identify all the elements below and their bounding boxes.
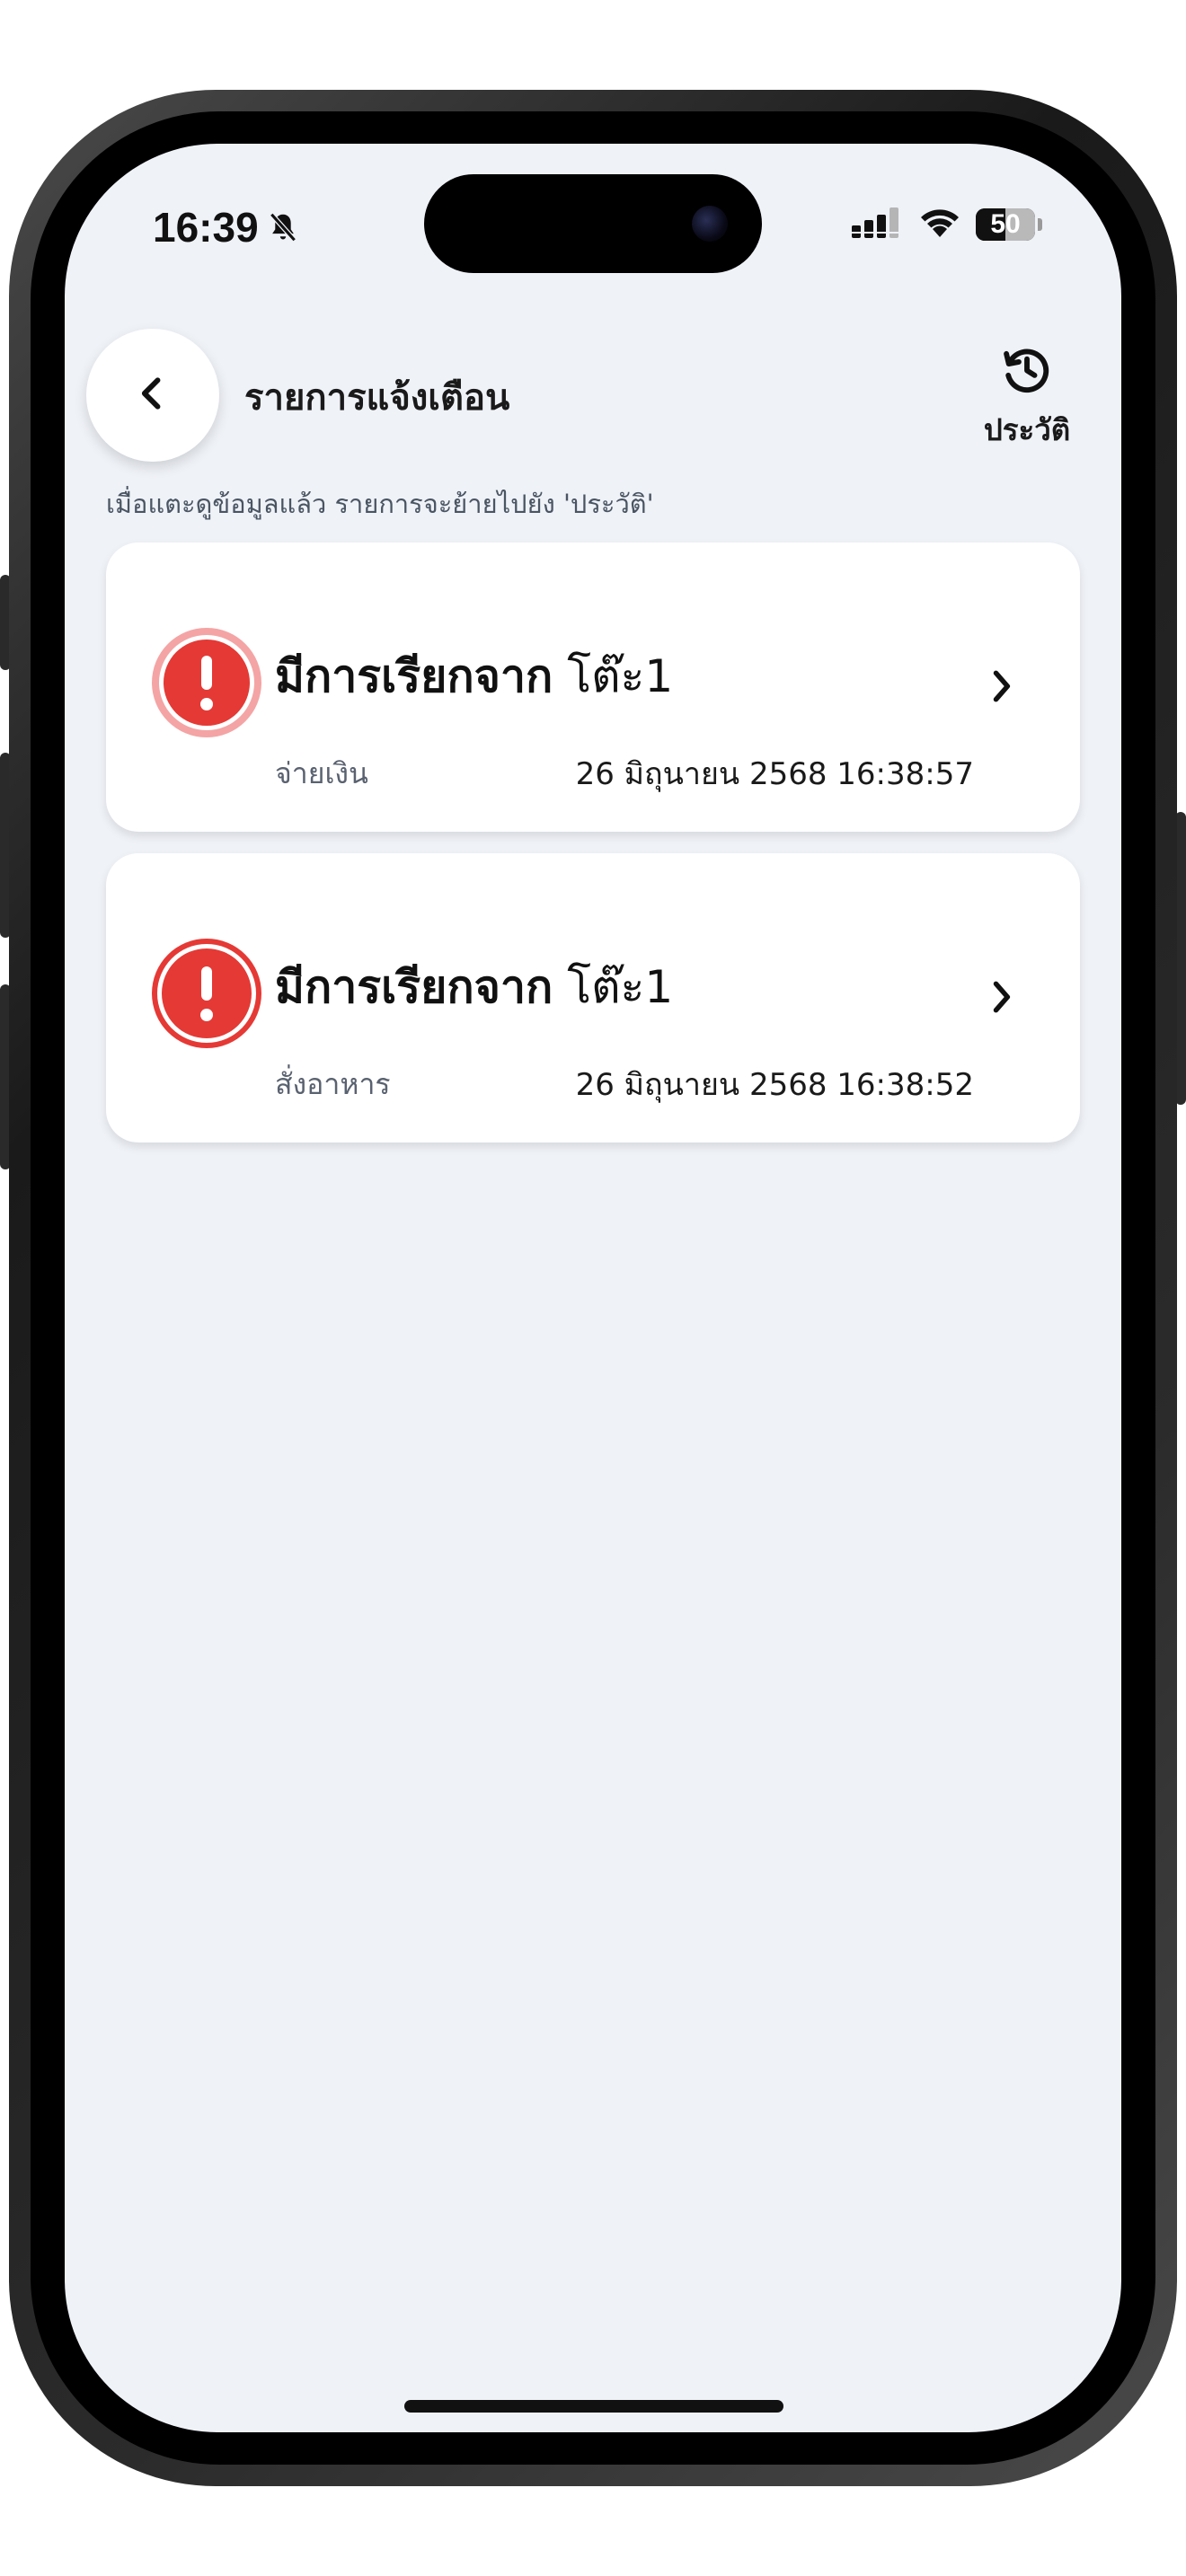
battery-percent: 50 xyxy=(990,209,1021,239)
history-button[interactable]: ประวัติ xyxy=(969,341,1085,454)
status-bar-time: 16:39 xyxy=(153,203,300,251)
battery-icon: 50 xyxy=(976,208,1035,241)
clock-text: 16:39 xyxy=(153,204,259,251)
history-label: ประวัติ xyxy=(983,412,1071,447)
battery-tip xyxy=(1038,218,1042,231)
chevron-left-icon xyxy=(133,374,173,417)
notification-datetime: 26 มิถุนายน 2568 16:38:57 xyxy=(575,756,974,792)
front-camera xyxy=(692,206,728,242)
home-indicator[interactable] xyxy=(404,2400,783,2413)
page-title: รายการแจ้งเตือน xyxy=(244,377,510,419)
bell-slash-icon xyxy=(266,210,300,244)
notification-title-main: มีการเรียกจาก xyxy=(275,961,553,1013)
cellular-signal-icon xyxy=(852,207,904,242)
notification-type: จ่ายเงิน xyxy=(275,756,368,790)
notification-card[interactable]: มีการเรียกจาก โต๊ะ1 สั่งอาหาร 26 มิถุนาย… xyxy=(106,853,1080,1142)
notification-list: มีการเรียกจาก โต๊ะ1 จ่ายเงิน 26 มิถุนายน… xyxy=(106,543,1080,1164)
chevron-right-icon xyxy=(981,977,1021,1017)
history-icon xyxy=(998,341,1056,402)
notification-title-table: โต๊ะ1 xyxy=(567,961,674,1013)
notification-title: มีการเรียกจาก โต๊ะ1 xyxy=(275,641,673,712)
notification-title-main: มีการเรียกจาก xyxy=(275,650,553,702)
app-screen: 16:39 50 รายการแจ้งเตือน ประวัติ เมื่อแต… xyxy=(65,144,1121,2432)
hint-text: เมื่อแตะดูข้อมูลแล้ว รายการจะย้ายไปยัง '… xyxy=(106,489,654,519)
alert-exclamation-icon xyxy=(151,627,262,738)
back-button[interactable] xyxy=(86,329,219,462)
notification-title: มีการเรียกจาก โต๊ะ1 xyxy=(275,952,673,1023)
chevron-right-icon xyxy=(981,666,1021,706)
notification-card[interactable]: มีการเรียกจาก โต๊ะ1 จ่ายเงิน 26 มิถุนายน… xyxy=(106,543,1080,832)
notification-datetime: 26 มิถุนายน 2568 16:38:52 xyxy=(575,1067,974,1103)
notification-type: สั่งอาหาร xyxy=(275,1067,391,1101)
dynamic-island xyxy=(424,174,762,273)
wifi-icon xyxy=(918,207,961,243)
alert-exclamation-icon xyxy=(151,938,262,1049)
notification-title-table: โต๊ะ1 xyxy=(567,650,674,702)
status-icons: 50 xyxy=(852,207,1042,243)
